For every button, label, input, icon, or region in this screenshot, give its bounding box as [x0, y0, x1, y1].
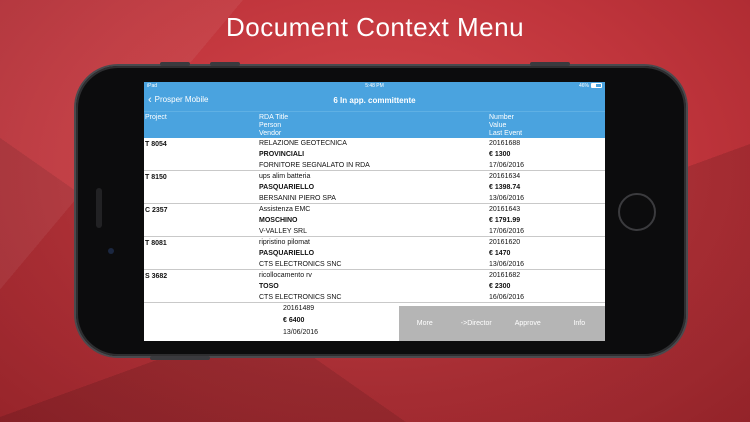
row-project: C 2357: [145, 207, 168, 214]
front-camera: [108, 248, 114, 254]
row-date: 17/06/2016: [489, 228, 525, 235]
column-rda-group: RDA Title Person Vendor: [259, 114, 288, 138]
row-person: TOSO: [259, 283, 279, 290]
column-last-event[interactable]: Last Event: [489, 130, 522, 138]
status-time: 5:48 PM: [365, 83, 384, 89]
row-value: € 6400: [283, 317, 305, 324]
row-title: RELAZIONE GEOTECNICA: [259, 140, 347, 147]
row-date: 13/06/2016: [283, 329, 319, 336]
row-project: S 3682: [145, 273, 168, 280]
row-person: PROVINCIALI: [259, 151, 305, 158]
table-row[interactable]: C 2357 Assistenza EMC MOSCHINO V-VALLEY …: [144, 204, 605, 237]
phone-volume-button: [210, 62, 240, 66]
battery-icon: [591, 83, 602, 88]
row-person: MOSCHINO: [259, 217, 298, 224]
row-vendor: BERSANINI PIERO SPA: [259, 195, 336, 202]
column-vendor[interactable]: Vendor: [259, 130, 288, 138]
phone-bottom-button: [150, 356, 210, 360]
column-person[interactable]: Person: [259, 122, 288, 130]
context-action-strip: More ->Director Approve Info: [399, 306, 605, 341]
row-number: 20161688: [489, 140, 521, 147]
row-vendor: CTS ELECTRONICS SNC: [259, 261, 342, 268]
director-button[interactable]: ->Director: [451, 320, 503, 327]
row-person: PASQUARIELLO: [259, 250, 315, 257]
speaker: [96, 188, 102, 228]
row-value: € 1398.74: [489, 184, 521, 191]
row-vendor: V-VALLEY SRL: [259, 228, 307, 235]
row-date: 17/06/2016: [489, 162, 525, 169]
battery-percent: 46%: [578, 83, 589, 89]
promo-title: Document Context Menu: [225, 12, 525, 42]
row-number: 20161682: [489, 272, 521, 279]
row-vendor: FORNITORE SEGNALATO IN RDA: [259, 162, 370, 169]
row-project: T 8150: [145, 174, 167, 181]
row-project: T 8081: [145, 240, 167, 247]
row-value: € 1470: [489, 250, 511, 257]
row-number: 20161489: [283, 305, 315, 312]
column-value[interactable]: Value: [489, 122, 522, 130]
screen: iPad 5:48 PM 46% ‹ Prosper Mobile 6 In a…: [144, 82, 605, 341]
phone-power-button: [530, 62, 570, 66]
row-date: 13/06/2016: [489, 195, 525, 202]
more-button[interactable]: More: [399, 320, 451, 327]
row-value: € 1300: [489, 151, 511, 158]
row-vendor: CTS ELECTRONICS SNC: [259, 294, 342, 301]
column-number-group: Number Value Last Event: [489, 114, 522, 138]
row-value: € 1791.99: [489, 217, 521, 224]
column-project[interactable]: Project: [145, 114, 167, 122]
row-number: 20161643: [489, 206, 521, 213]
row-project: T 8054: [145, 141, 167, 148]
row-date: 16/06/2016: [489, 294, 525, 301]
nav-bar: ‹ Prosper Mobile 6 In app. committente: [144, 91, 605, 111]
row-title: ups alim batteria: [259, 173, 311, 180]
row-date: 13/06/2016: [489, 261, 525, 268]
table-row[interactable]: T 8054 RELAZIONE GEOTECNICA PROVINCIALI …: [144, 138, 605, 171]
row-value: € 2300: [489, 283, 511, 290]
phone-volume-button: [160, 62, 190, 66]
column-number[interactable]: Number: [489, 114, 522, 122]
home-button[interactable]: [618, 193, 656, 231]
row-person: PASQUARIELLO: [259, 184, 315, 191]
table-row[interactable]: T 8150 ups alim batteria PASQUARIELLO BE…: [144, 171, 605, 204]
table-row[interactable]: T 8081 ripristino pilomat PASQUARIELLO C…: [144, 237, 605, 270]
row-title: Assistenza EMC: [259, 206, 311, 213]
table-row[interactable]: S 3682 ricollocamento rv TOSO CTS ELECTR…: [144, 270, 605, 303]
row-title: ricollocamento rv: [259, 272, 312, 279]
column-header: Project RDA Title Person Vendor Number V…: [144, 111, 605, 138]
info-button[interactable]: Info: [554, 320, 606, 327]
row-number: 20161634: [489, 173, 521, 180]
approve-button[interactable]: Approve: [502, 320, 554, 327]
row-number: 20161620: [489, 239, 521, 246]
status-bar: iPad 5:48 PM 46%: [144, 82, 605, 91]
page-title: 6 In app. committente: [333, 96, 416, 105]
row-title: ripristino pilomat: [259, 239, 310, 246]
column-rda-title[interactable]: RDA Title: [259, 114, 288, 122]
